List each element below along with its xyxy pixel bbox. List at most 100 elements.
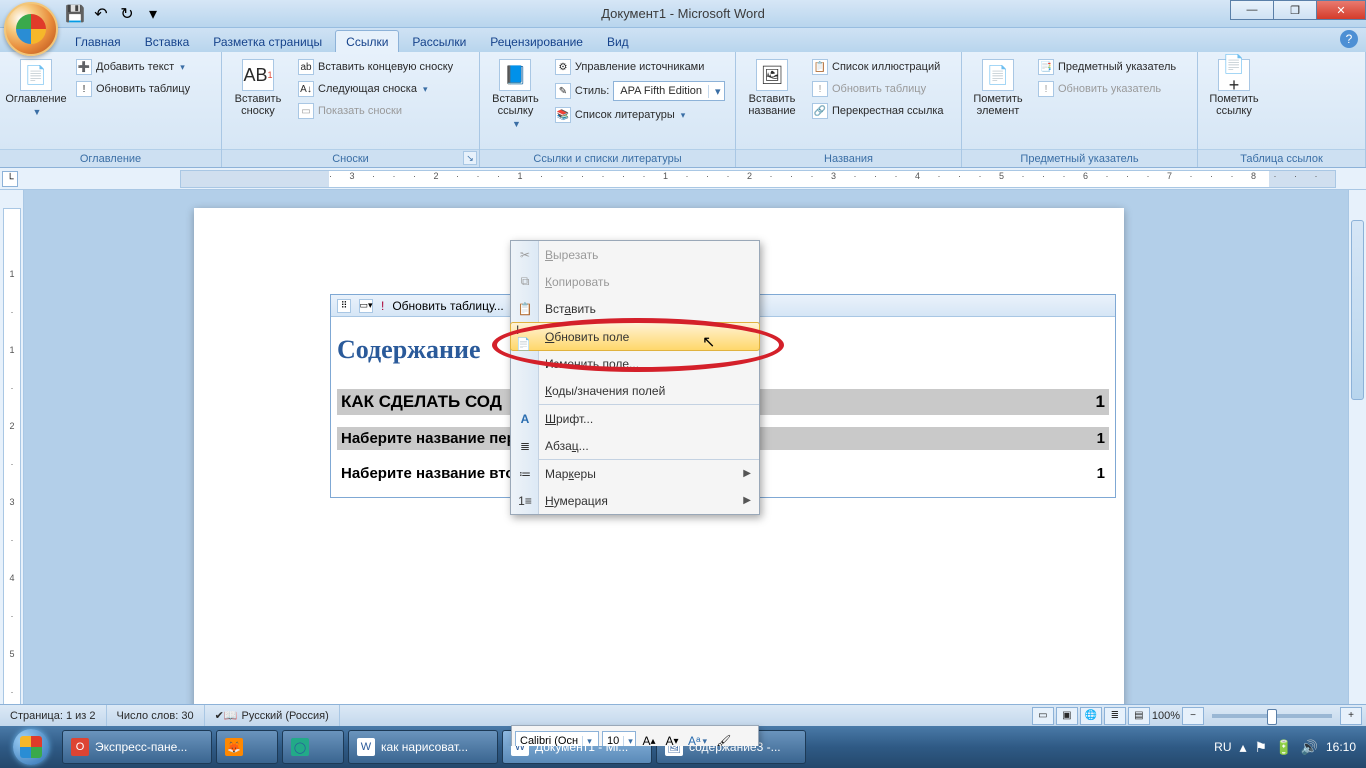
footnote-icon: AB1: [242, 59, 274, 91]
zoom-slider[interactable]: [1212, 714, 1332, 718]
ctx-paste[interactable]: 📋Вставить: [511, 295, 759, 322]
status-word-count[interactable]: Число слов: 30: [107, 705, 205, 726]
ctx-bullets[interactable]: ≔Маркеры▶: [511, 460, 759, 487]
full-screen-view-icon[interactable]: ▣: [1056, 707, 1078, 725]
outline-view-icon[interactable]: ≣: [1104, 707, 1126, 725]
shrink-font-icon[interactable]: A▾: [662, 731, 682, 746]
draft-view-icon[interactable]: ▤: [1128, 707, 1150, 725]
cross-reference-button[interactable]: 🔗Перекрестная ссылка: [808, 101, 948, 121]
update-index-button[interactable]: !Обновить указатель: [1034, 79, 1180, 99]
group-label: Оглавление: [0, 149, 221, 167]
status-page[interactable]: Страница: 1 из 2: [0, 705, 107, 726]
tab-insert[interactable]: Вставка: [134, 30, 201, 52]
ctx-edit-field[interactable]: Изменить поле...: [511, 350, 759, 377]
tab-page-layout[interactable]: Разметка страницы: [202, 30, 333, 52]
taskbar-item[interactable]: OЭкспресс-пане...: [62, 730, 212, 764]
opera-icon: O: [71, 738, 89, 756]
minimize-button[interactable]: —: [1230, 0, 1274, 20]
ctx-update-field[interactable]: !📄Обновить поле: [510, 322, 760, 351]
zoom-level[interactable]: 100%: [1152, 710, 1180, 722]
ctx-cut[interactable]: ✂Вырезать: [511, 241, 759, 268]
tray-volume-icon[interactable]: 🔊: [1301, 739, 1318, 756]
mark-entry-button[interactable]: 📄 Пометить элемент: [968, 55, 1028, 149]
mark-citation-button[interactable]: 📄+ Пометить ссылку: [1204, 55, 1264, 149]
mark-citation-icon: 📄+: [1218, 59, 1250, 91]
insert-index-button[interactable]: 📑Предметный указатель: [1034, 57, 1180, 77]
group-index: 📄 Пометить элемент 📑Предметный указатель…: [962, 52, 1198, 167]
mini-toolbar: Calibri (Осн▾ 10▾ A▴ A▾ Aᵃ▾ 🖌 Ж К ≡ ab▾ …: [511, 725, 759, 746]
change-styles-icon[interactable]: Aᵃ▾: [685, 731, 710, 746]
tab-review[interactable]: Рецензирование: [479, 30, 594, 52]
tray-flag-icon[interactable]: ⚑: [1255, 739, 1268, 756]
maximize-button[interactable]: ❐: [1273, 0, 1317, 20]
index-icon: 📑: [1038, 59, 1054, 75]
office-button[interactable]: [4, 2, 58, 56]
manage-icon: ⚙: [555, 59, 571, 75]
group-label: Ссылки и списки литературы: [480, 149, 735, 167]
tab-references[interactable]: Ссылки: [335, 30, 399, 52]
toc-button[interactable]: 📄 Оглавление▼: [6, 55, 66, 149]
status-language[interactable]: ✔📖Русский (Россия): [205, 705, 340, 726]
font-size-combo[interactable]: 10▾: [602, 731, 636, 746]
citation-style-combo[interactable]: APA Fifth Edition▾: [613, 81, 725, 101]
grow-font-icon[interactable]: A▴: [639, 731, 659, 746]
toc-update-link[interactable]: Обновить таблицу...: [392, 299, 503, 313]
spellcheck-icon: ✔📖: [215, 709, 238, 722]
numbering-icon: 1≡: [516, 492, 534, 510]
format-painter-icon[interactable]: 🖌: [713, 731, 734, 746]
zoom-in-button[interactable]: +: [1340, 707, 1362, 725]
ctx-paragraph[interactable]: ≣Абзац...: [511, 432, 759, 459]
toc-icon: 📄: [20, 59, 52, 91]
endnote-icon: ab: [298, 59, 314, 75]
add-text-button[interactable]: ➕Добавить текст▾: [72, 57, 194, 77]
tab-mailings[interactable]: Рассылки: [401, 30, 477, 52]
crossref-icon: 🔗: [812, 103, 828, 119]
toc-handle-icon[interactable]: ⠿: [337, 299, 351, 313]
tray-chevron-icon[interactable]: ▴: [1240, 739, 1247, 756]
update-field-icon: !📄: [516, 328, 534, 346]
taskbar-item[interactable]: 🦊: [216, 730, 278, 764]
insert-footnote-button[interactable]: AB1 Вставить сноску: [228, 55, 288, 149]
help-icon[interactable]: ?: [1340, 30, 1358, 48]
add-text-icon: ➕: [76, 59, 92, 75]
ctx-font[interactable]: AШрифт...: [511, 405, 759, 432]
next-footnote-button[interactable]: A↓Следующая сноска▾: [294, 79, 457, 99]
update-captions-button[interactable]: !Обновить таблицу: [808, 79, 948, 99]
paste-icon: 📋: [516, 300, 534, 318]
tab-view[interactable]: Вид: [596, 30, 640, 52]
vertical-ruler[interactable]: 1·1·2·3·4·5·6·7·8: [0, 190, 24, 746]
status-bar: Страница: 1 из 2 Число слов: 30 ✔📖Русски…: [0, 704, 1366, 726]
manage-sources-button[interactable]: ⚙Управление источниками: [551, 57, 729, 77]
tray-clock[interactable]: 16:10: [1326, 740, 1356, 754]
insert-caption-button[interactable]: 🖼 Вставить название: [742, 55, 802, 149]
vertical-scrollbar[interactable]: [1348, 190, 1366, 746]
footnotes-dialog-launcher[interactable]: ↘: [463, 151, 477, 165]
show-footnotes-button[interactable]: ▭Показать сноски: [294, 101, 457, 121]
group-table-of-authorities: 📄+ Пометить ссылку Таблица ссылок: [1198, 52, 1366, 167]
tray-battery-icon[interactable]: 🔋: [1275, 739, 1292, 756]
ctx-toggle-field-codes[interactable]: Коды/значения полей: [511, 377, 759, 404]
update-table-button[interactable]: !Обновить таблицу: [72, 79, 194, 99]
font-family-combo[interactable]: Calibri (Осн▾: [515, 731, 599, 746]
start-button[interactable]: [4, 728, 58, 766]
horizontal-ruler[interactable]: · 3 · · · 2 · · · 1 · · · · · · 1 · · · …: [180, 170, 1336, 188]
close-button[interactable]: ✕: [1316, 0, 1366, 20]
bibliography-button[interactable]: 📚Список литературы▾: [551, 105, 729, 125]
tab-home[interactable]: Главная: [64, 30, 132, 52]
table-of-figures-button[interactable]: 📋Список иллюстраций: [808, 57, 948, 77]
zoom-out-button[interactable]: −: [1182, 707, 1204, 725]
update-icon: !: [76, 81, 92, 97]
taskbar-item[interactable]: ◯: [282, 730, 344, 764]
taskbar-item[interactable]: Wкак нарисоват...: [348, 730, 498, 764]
toc-menu-icon[interactable]: ▭▾: [359, 299, 373, 313]
system-tray: RU ▴ ⚑ 🔋 🔊 16:10: [1214, 739, 1362, 756]
tray-lang[interactable]: RU: [1214, 740, 1231, 754]
ctx-copy[interactable]: ⧉Копировать: [511, 268, 759, 295]
insert-citation-button[interactable]: 📘 Вставить ссылку▼: [486, 55, 545, 149]
insert-endnote-button[interactable]: abВставить концевую сноску: [294, 57, 457, 77]
ctx-numbering[interactable]: 1≡Нумерация▶: [511, 487, 759, 514]
paragraph-icon: ≣: [516, 437, 534, 455]
print-layout-view-icon[interactable]: ▭: [1032, 707, 1054, 725]
tab-selector[interactable]: └: [2, 171, 18, 187]
web-layout-view-icon[interactable]: 🌐: [1080, 707, 1102, 725]
